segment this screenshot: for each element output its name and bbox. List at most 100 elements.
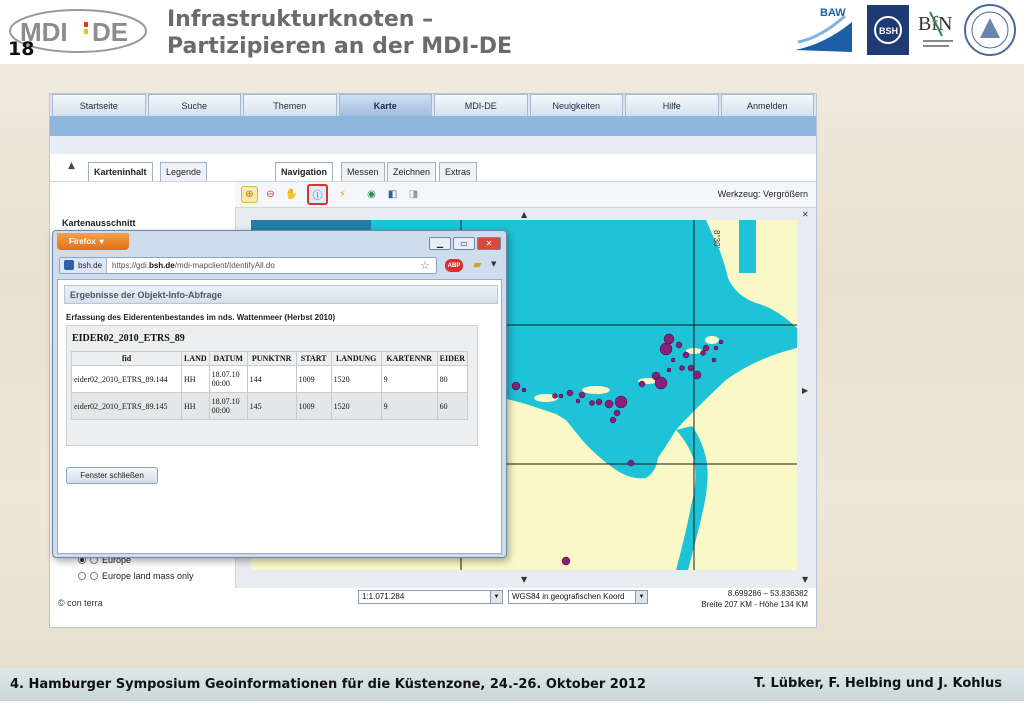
cell-start: 1009: [295, 365, 332, 393]
address-bar[interactable]: bsh.de https://gdi.bsh.de/mdi-mapclient/…: [59, 257, 437, 274]
close-window-button[interactable]: ✕: [477, 237, 501, 250]
header-band: [50, 116, 816, 136]
footer-authors: T. Lübker, F. Helbing und J. Kohlus: [754, 676, 1002, 691]
star-icon[interactable]: ☆: [420, 259, 430, 272]
col-eider: EIDER: [436, 351, 469, 366]
firefox-menu-label: Firefox: [69, 237, 96, 246]
cell-eider: 60: [436, 392, 469, 420]
tool-label: Werkzeug: Vergrößern: [717, 189, 808, 199]
cell-datum: 18.07.10 00:00: [208, 392, 248, 420]
nav-tab-neuigkeiten[interactable]: Neuigkeiten: [529, 94, 623, 116]
url-prefix: https://gdi.: [112, 261, 149, 270]
nav-tab-themen[interactable]: Themen: [243, 94, 337, 116]
url-domain: bsh.de: [148, 261, 175, 270]
maximize-button[interactable]: ▭: [453, 237, 475, 250]
table-row: eider02_2010_ETRS_89.144 HH 18.07.10 00:…: [71, 365, 469, 393]
extent-value: Breite 207 KM - Höhe 134 KM: [701, 600, 808, 609]
result-table-panel: EIDER02_2010_ETRS_89 fid LAND DATUM PUNK…: [66, 325, 478, 446]
cell-kartennr: 9: [380, 392, 438, 420]
nav-tab-suche[interactable]: Suche: [147, 94, 241, 116]
col-start: START: [295, 351, 332, 366]
coord-value: 8.699286 – 53.836382: [727, 589, 808, 598]
tab-legende[interactable]: Legende: [160, 162, 208, 181]
chevron-down-icon[interactable]: ▼: [490, 591, 502, 603]
svg-text:DE: DE: [92, 17, 128, 47]
col-fid: fid: [71, 351, 182, 366]
tab-karteninhalt[interactable]: Karteninhalt: [88, 162, 153, 181]
site-identity[interactable]: bsh.de: [60, 258, 108, 273]
nav-tab-anmelden[interactable]: Anmelden: [720, 94, 814, 116]
footer-event: 4. Hamburger Symposium Geoinformationen …: [10, 677, 646, 692]
col-land: LAND: [181, 351, 210, 366]
col-landung: LANDUNG: [330, 351, 382, 366]
bfn-logo: BfN: [918, 11, 953, 47]
map-grid-label: 8°30': [712, 230, 721, 249]
forward-icon[interactable]: ◨: [405, 186, 422, 203]
table-row: eider02_2010_ETRS_89.145 HH 18.07.10 00:…: [71, 392, 469, 420]
result-table: fid LAND DATUM PUNKTNR START LANDUNG KAR…: [71, 351, 469, 420]
coordinate-readout: 8.699286 – 53.836382 Breite 207 KM - Höh…: [701, 588, 808, 610]
crs-value: WGS84 in geografischen Koord: [512, 592, 625, 601]
chevron-down-icon[interactable]: ▼: [635, 591, 647, 603]
cell-kartennr: 9: [380, 365, 438, 393]
slide-title-line1: Infrastrukturknoten –: [167, 7, 434, 32]
radio-europe-land[interactable]: Europe land mass only: [78, 571, 194, 581]
baw-logo-text: BAW: [820, 7, 846, 19]
sidebar-title: Kartenausschnitt: [62, 218, 136, 228]
back-icon[interactable]: ◧: [384, 186, 401, 203]
scale-select[interactable]: 1:1.071.284 ▼: [358, 590, 503, 604]
cell-eider: 80: [436, 365, 469, 393]
cell-punktnr: 145: [246, 392, 297, 420]
cell-fid: eider02_2010_ETRS_89.144: [71, 365, 182, 393]
footer-bottom-strip: [0, 701, 1024, 709]
header-strip: [50, 136, 816, 154]
scale-value: 1:1.071.284: [362, 592, 405, 601]
col-kartennr: KARTENNR: [380, 351, 438, 366]
nav-tab-mdi-de[interactable]: MDI-DE: [434, 94, 528, 116]
pan-hand-icon[interactable]: ✋: [283, 186, 300, 203]
result-header: Ergebnisse der Objekt-Info-Abfrage: [64, 285, 498, 304]
folder-icon[interactable]: ▰: [473, 258, 481, 271]
svg-text:▼: ▼: [521, 575, 528, 584]
tab-zeichnen[interactable]: Zeichnen: [387, 162, 437, 181]
tab-extras[interactable]: Extras: [439, 162, 477, 181]
slide-title: Infrastrukturknoten – Partizipieren an d…: [167, 6, 512, 60]
cell-fid: eider02_2010_ETRS_89.145: [71, 392, 182, 420]
info-icon[interactable]: ⓘ: [307, 184, 328, 205]
result-table-title: EIDER02_2010_ETRS_89: [72, 333, 185, 344]
nav-tab-hilfe[interactable]: Hilfe: [625, 94, 719, 116]
nav-tab-startseite[interactable]: Startseite: [52, 94, 146, 116]
radio-dot[interactable]: [90, 572, 98, 580]
bsh-logo-text: BSH: [879, 26, 898, 36]
firefox-menu-button[interactable]: Firefox ▾: [57, 233, 129, 250]
baw-logo: BAW: [795, 7, 852, 52]
tab-messen[interactable]: Messen: [341, 162, 385, 181]
lightning-icon[interactable]: ⚡: [334, 186, 351, 203]
globe-icon[interactable]: ◉: [363, 186, 380, 203]
svg-text:▲: ▲: [521, 210, 528, 219]
tab-navigation[interactable]: Navigation: [275, 162, 334, 181]
main-nav: Startseite Suche Themen Karte MDI-DE Neu…: [50, 94, 816, 116]
chevron-down-icon[interactable]: ▼: [491, 260, 496, 268]
adblock-icon[interactable]: ABP: [445, 259, 463, 272]
close-window-text-button[interactable]: Fenster schließen: [66, 467, 158, 484]
zoom-in-icon[interactable]: ⊕: [241, 186, 258, 203]
site-icon: [64, 260, 74, 270]
zoom-out-icon[interactable]: ⊖: [262, 186, 279, 203]
nav-tab-karte[interactable]: Karte: [338, 94, 432, 116]
popup-content: Ergebnisse der Objekt-Info-Abfrage Erfas…: [57, 279, 502, 554]
bsh-logo: BSH: [867, 5, 909, 55]
radio-dot[interactable]: [78, 572, 86, 580]
url-text[interactable]: https://gdi.bsh.de/mdi-mapclient/Identif…: [107, 261, 275, 270]
slide-number: 18: [8, 38, 35, 60]
minimize-button[interactable]: ▁: [429, 237, 451, 250]
cell-land: HH: [181, 365, 210, 393]
table-header-row: fid LAND DATUM PUNKTNR START LANDUNG KAR…: [71, 351, 469, 366]
collapse-icon[interactable]: ▲: [68, 161, 75, 171]
crs-select[interactable]: WGS84 in geografischen Koord ▼: [508, 590, 648, 604]
radio-europe-land-label: Europe land mass only: [102, 571, 194, 581]
cell-landung: 1520: [330, 365, 382, 393]
cell-landung: 1520: [330, 392, 382, 420]
cell-start: 1009: [295, 392, 332, 420]
slide-header: MDI DE 18 Infrastrukturknoten – Partizip…: [0, 0, 1024, 64]
